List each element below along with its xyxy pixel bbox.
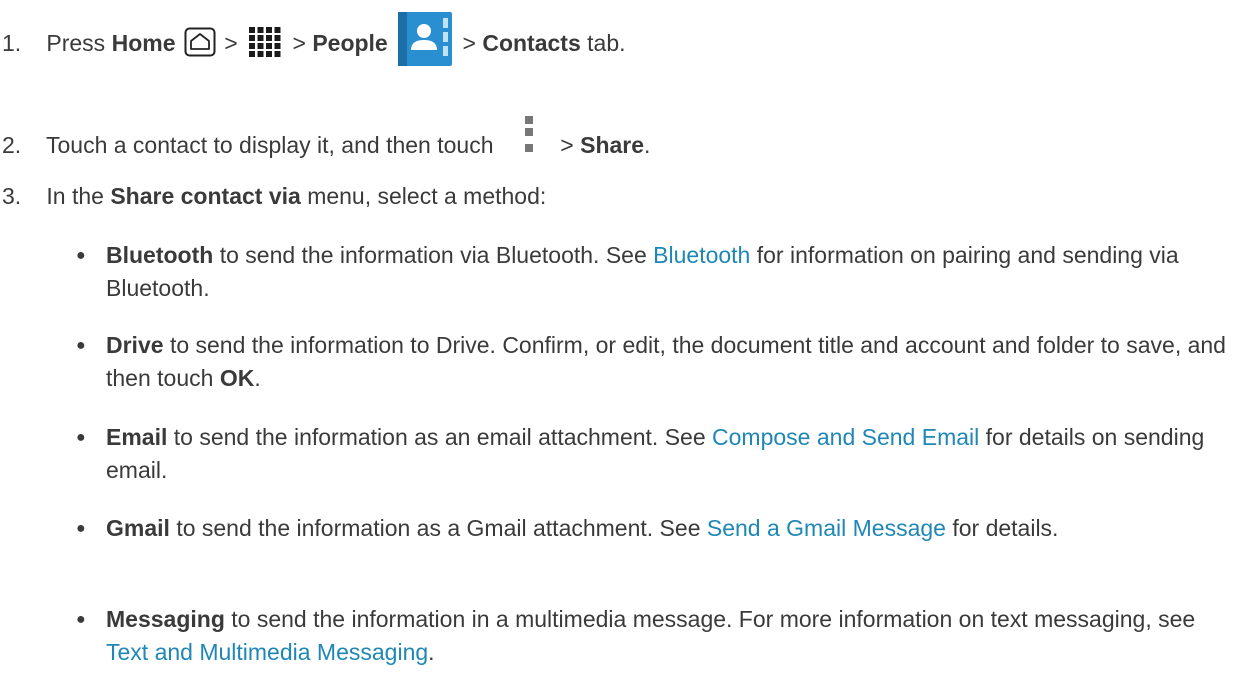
method-text: to send the information via Bluetooth. S… xyxy=(219,242,647,268)
menu-icon xyxy=(522,114,536,160)
method-text: to send the information in a multimedia … xyxy=(231,606,1196,632)
method-text: for details. xyxy=(952,515,1059,541)
method-text: . xyxy=(254,364,261,391)
share-label: Share xyxy=(580,132,645,159)
step-number: 1. xyxy=(2,30,22,57)
separator: > xyxy=(224,30,238,57)
step-text-end: . xyxy=(644,132,651,159)
list-item-bluetooth: ● Bluetooth to send the information via … xyxy=(76,239,1226,304)
list-item-messaging: ● Messaging to send the information in a… xyxy=(76,603,1226,668)
step-text: tab. xyxy=(587,30,626,57)
method-text: to send the information to Drive. Confir… xyxy=(106,332,1226,391)
menu-name: Share contact via xyxy=(110,183,301,209)
bluetooth-link[interactable]: Bluetooth xyxy=(653,242,750,268)
ok-label: OK xyxy=(219,364,255,391)
method-name: Email xyxy=(106,424,168,450)
step-number: 3. xyxy=(2,183,22,209)
method-name: Gmail xyxy=(106,515,170,541)
method-text: to send the information as a Gmail attac… xyxy=(176,515,701,541)
bullet-dot: ● xyxy=(76,247,86,264)
bullet-dot: ● xyxy=(76,520,86,537)
people-app-icon xyxy=(398,12,453,66)
bullet-dot: ● xyxy=(76,429,86,446)
step-text: menu, select a method: xyxy=(307,183,547,209)
list-item-drive: ● Drive to send the information to Drive… xyxy=(76,329,1226,394)
method-name: Messaging xyxy=(106,606,225,632)
home-icon xyxy=(184,27,216,57)
step-number: 2. xyxy=(2,132,22,159)
send-gmail-message-link[interactable]: Send a Gmail Message xyxy=(707,515,946,541)
method-text: . xyxy=(428,638,435,665)
contacts-label: Contacts xyxy=(482,30,581,57)
list-item-email: ● Email to send the information as an em… xyxy=(76,421,1226,486)
separator: > xyxy=(462,30,476,57)
home-label: Home xyxy=(111,30,176,57)
step-1: 1. Press Home > > People > Contacts tab. xyxy=(0,12,626,72)
step-2: 2. Touch a contact to display it, and th… xyxy=(0,116,651,170)
text-multimedia-messaging-link[interactable]: Text and Multimedia Messaging xyxy=(106,639,428,665)
step-text: In the xyxy=(46,183,104,209)
list-item-gmail: ● Gmail to send the information as a Gma… xyxy=(76,512,1226,545)
apps-grid-icon xyxy=(248,26,282,58)
method-name: Bluetooth xyxy=(106,242,214,268)
step-text: Touch a contact to display it, and then … xyxy=(45,132,494,159)
step-text: Press xyxy=(46,30,106,57)
bullet-dot: ● xyxy=(76,611,86,628)
compose-send-email-link[interactable]: Compose and Send Email xyxy=(712,424,979,450)
bullet-dot: ● xyxy=(76,337,86,354)
method-name: Drive xyxy=(106,332,164,358)
step-3: 3. In the Share contact via menu, select… xyxy=(0,180,546,213)
separator: > xyxy=(560,132,574,159)
method-text: to send the information as an email atta… xyxy=(173,424,706,450)
people-label: People xyxy=(312,30,388,57)
separator: > xyxy=(292,30,306,57)
